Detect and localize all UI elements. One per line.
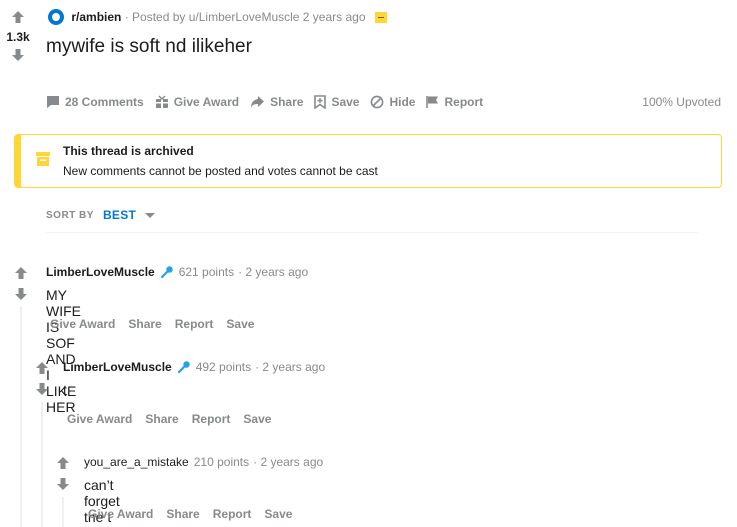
comment-meta: LimberLoveMuscle 621 points · 2 years ag… (46, 265, 308, 279)
share-arrow-icon (251, 96, 265, 108)
comment-bubble-icon (47, 96, 59, 108)
give-award-button[interactable]: Give Award (67, 412, 132, 426)
share-button[interactable]: Share (128, 317, 161, 331)
comment-time: · 2 years ago (238, 265, 309, 279)
save-button[interactable]: Save (243, 412, 271, 426)
subreddit-link[interactable]: r/ambien (71, 10, 121, 24)
comment-body: t (63, 382, 67, 398)
flag-icon (426, 96, 439, 108)
post-vote-column: 1.3k (6, 10, 30, 62)
comment-meta: you_are_a_mistake 210 points · 2 years a… (84, 455, 323, 469)
share-button[interactable]: Share (166, 507, 199, 521)
save-button[interactable]: Save (226, 317, 254, 331)
save-button[interactable]: Save (314, 95, 359, 109)
gift-icon (155, 95, 168, 108)
archive-icon (374, 11, 387, 23)
thread-line[interactable] (20, 307, 22, 527)
share-button[interactable]: Share (145, 412, 178, 426)
save-label: Save (331, 95, 360, 109)
give-award-button[interactable]: Give Award (50, 317, 115, 331)
archived-text: New comments cannot be posted and votes … (63, 164, 378, 178)
comment-meta: LimberLoveMuscle 492 points · 2 years ag… (63, 360, 325, 374)
post-title[interactable]: mywife is soft nd ilikeher (46, 36, 252, 58)
upvote-arrow-icon[interactable] (14, 266, 28, 280)
comment-author[interactable]: you_are_a_mistake (84, 455, 189, 469)
comment-points: 210 points (193, 455, 250, 469)
thread-line[interactable] (41, 402, 43, 527)
microphone-icon (177, 361, 190, 374)
report-label: Report (444, 95, 484, 109)
comments-button[interactable]: 28 Comments (46, 95, 144, 109)
downvote-arrow-icon[interactable] (35, 382, 49, 396)
post-author-time: · Posted by u/LimberLoveMuscle 2 years a… (124, 10, 366, 24)
downvote-arrow-icon[interactable] (56, 477, 70, 491)
comment-points: 492 points (195, 360, 252, 374)
sort-value: BEST (102, 208, 137, 222)
sort-bar: SORT BY BEST (46, 208, 156, 222)
comment-actions: Give Award Share Report Save (50, 317, 267, 331)
archived-banner: This thread is archived New comments can… (14, 134, 722, 188)
report-button[interactable]: Report (213, 507, 252, 521)
chevron-down-icon (145, 212, 156, 218)
sort-dropdown[interactable]: BEST (102, 208, 156, 222)
share-button[interactable]: Share (250, 95, 303, 109)
comment-actions: Give Award Share Report Save (67, 412, 284, 426)
hide-circle-slash-icon (371, 95, 384, 109)
give-award-button[interactable]: Give Award (155, 95, 239, 109)
give-award-label: Give Award (173, 95, 240, 109)
share-label: Share (270, 95, 304, 109)
comment-time: · 2 years ago (253, 455, 324, 469)
archive-box-icon (36, 152, 50, 166)
report-button[interactable]: Report (192, 412, 231, 426)
post-actions: 28 Comments Give Award Share Save Hide R… (46, 94, 494, 110)
upvote-arrow-icon[interactable] (35, 361, 49, 375)
upvote-ratio: 100% Upvoted (642, 95, 721, 109)
report-button[interactable]: Report (426, 95, 483, 109)
sort-label: SORT BY (46, 209, 94, 221)
comment-actions: Give Award Share Report Save (88, 507, 305, 521)
thread-line[interactable] (62, 497, 64, 527)
comment-time: · 2 years ago (255, 360, 326, 374)
comments-label: 28 Comments (65, 95, 144, 109)
post-score: 1.3k (6, 30, 30, 44)
comment-author[interactable]: LimberLoveMuscle (46, 265, 155, 279)
downvote-arrow-icon[interactable] (11, 48, 25, 62)
subreddit-icon[interactable] (48, 9, 64, 25)
give-award-button[interactable]: Give Award (88, 507, 153, 521)
archived-title: This thread is archived (63, 144, 194, 158)
save-button[interactable]: Save (264, 507, 292, 521)
hide-label: Hide (389, 95, 416, 109)
comment-author[interactable]: LimberLoveMuscle (63, 360, 172, 374)
upvote-arrow-icon[interactable] (56, 456, 70, 470)
upvote-arrow-icon[interactable] (11, 10, 25, 24)
microphone-icon (160, 266, 173, 279)
bookmark-icon (314, 95, 327, 109)
divider (46, 232, 698, 233)
downvote-arrow-icon[interactable] (14, 287, 28, 301)
hide-button[interactable]: Hide (370, 95, 415, 109)
report-button[interactable]: Report (175, 317, 214, 331)
post-meta: r/ambien · Posted by u/LimberLoveMuscle … (48, 9, 387, 25)
comment-points: 621 points (178, 265, 235, 279)
